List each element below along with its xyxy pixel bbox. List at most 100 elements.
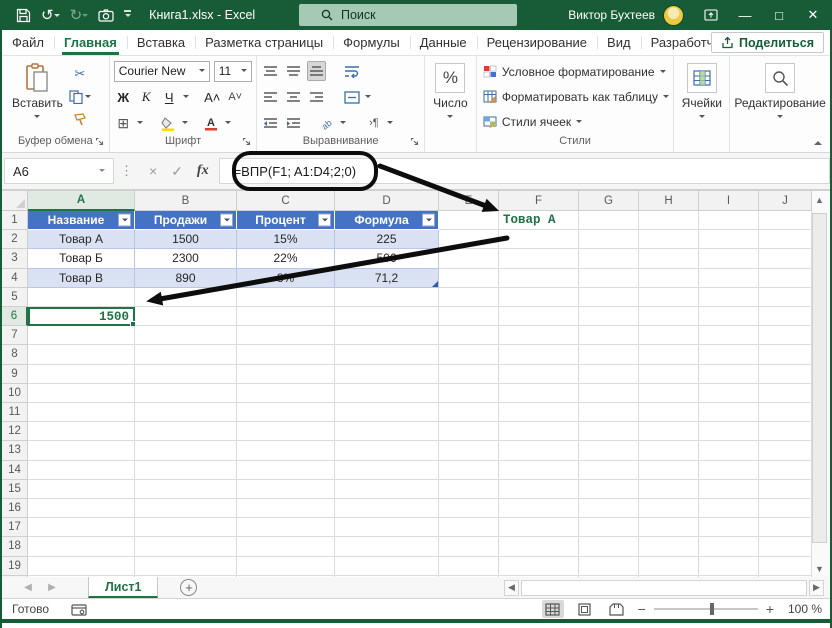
cell-A1[interactable]: Название <box>28 211 135 231</box>
cell-J4[interactable] <box>759 268 812 288</box>
cell-J19[interactable] <box>759 556 812 576</box>
cell-B13[interactable] <box>135 441 237 461</box>
cell-A4[interactable]: Товар В <box>28 268 135 288</box>
cell-I16[interactable] <box>699 499 759 519</box>
cell-F18[interactable] <box>499 537 579 557</box>
cell-H4[interactable] <box>639 268 699 288</box>
cell-J15[interactable] <box>759 479 812 499</box>
ribbon-display-options-button[interactable] <box>694 0 728 30</box>
row-header-6[interactable]: 6 <box>2 307 28 327</box>
cut-icon[interactable]: ✂ <box>69 64 91 84</box>
cell-D12[interactable] <box>335 422 439 442</box>
cell-F10[interactable] <box>499 383 579 403</box>
merge-center-chevron[interactable] <box>365 95 372 101</box>
cell-D15[interactable] <box>335 479 439 499</box>
cell-D7[interactable] <box>335 326 439 346</box>
cell-C17[interactable] <box>237 518 335 538</box>
orientation-icon[interactable]: ab <box>317 113 336 133</box>
vertical-scroll-thumb[interactable] <box>812 213 827 543</box>
cell-H19[interactable] <box>639 556 699 576</box>
cell-H8[interactable] <box>639 345 699 365</box>
horizontal-scrollbar[interactable]: ◀ ▶ <box>504 579 824 596</box>
cell-B2[interactable]: 1500 <box>135 230 237 250</box>
scroll-up-arrow[interactable]: ▲ <box>809 191 830 208</box>
cell-D19[interactable] <box>335 556 439 576</box>
macro-record-icon[interactable] <box>71 603 87 616</box>
cell-J16[interactable] <box>759 499 812 519</box>
cell-A6[interactable]: 1500 <box>28 307 136 328</box>
increase-indent-icon[interactable] <box>284 113 303 133</box>
cell-B1[interactable]: Продажи <box>135 211 237 231</box>
cell-A5[interactable] <box>28 287 135 307</box>
cell-D17[interactable] <box>335 518 439 538</box>
alignment-dialog-launcher[interactable] <box>410 137 419 149</box>
cell-D16[interactable] <box>335 499 439 519</box>
increase-font-size-icon[interactable]: A˄ <box>203 87 222 107</box>
cell-I5[interactable] <box>699 287 759 307</box>
column-header-C[interactable]: C <box>237 191 335 211</box>
cell-E4[interactable] <box>439 268 499 288</box>
cell-F19[interactable] <box>499 556 579 576</box>
borders-chevron[interactable] <box>136 121 143 127</box>
cell-F9[interactable] <box>499 364 579 384</box>
save-icon[interactable] <box>12 2 35 28</box>
cell-G18[interactable] <box>579 537 639 557</box>
number-format-button[interactable]: % Число <box>433 63 468 121</box>
cell-E14[interactable] <box>439 460 499 480</box>
close-button[interactable]: ✕ <box>796 0 830 30</box>
filter-button-Продажи[interactable] <box>220 213 233 227</box>
cell-G10[interactable] <box>579 383 639 403</box>
cell-D11[interactable] <box>335 403 439 423</box>
cell-G5[interactable] <box>579 287 639 307</box>
cell-C3[interactable]: 22% <box>237 249 335 269</box>
cell-B11[interactable] <box>135 403 237 423</box>
font-color-chevron[interactable] <box>224 121 231 127</box>
column-header-D[interactable]: D <box>335 191 439 211</box>
cell-G13[interactable] <box>579 441 639 461</box>
align-bottom-icon[interactable] <box>307 61 327 81</box>
tab-data[interactable]: Данные <box>409 30 477 55</box>
cell-D1[interactable]: Формула <box>335 211 439 231</box>
cell-H1[interactable] <box>639 211 699 231</box>
cell-E7[interactable] <box>439 326 499 346</box>
page-layout-view-icon[interactable] <box>574 600 596 618</box>
cell-F8[interactable] <box>499 345 579 365</box>
cell-J5[interactable] <box>759 287 812 307</box>
cell-D6[interactable] <box>335 307 439 327</box>
cell-B19[interactable] <box>135 556 237 576</box>
cell-A11[interactable] <box>28 403 135 423</box>
cell-D13[interactable] <box>335 441 439 461</box>
cell-D8[interactable] <box>335 345 439 365</box>
cell-F4[interactable] <box>499 268 579 288</box>
cell-C10[interactable] <box>237 383 335 403</box>
cell-E18[interactable] <box>439 537 499 557</box>
name-box[interactable]: А6 <box>4 158 114 184</box>
borders-icon[interactable]: ⊞ <box>114 113 133 133</box>
horizontal-scroll-thumb[interactable] <box>521 579 807 596</box>
cell-A7[interactable] <box>28 326 135 346</box>
cell-C6[interactable] <box>237 307 335 327</box>
cell-J12[interactable] <box>759 422 812 442</box>
sheet-nav-left-icon[interactable]: ◀ <box>16 577 40 598</box>
cell-E19[interactable] <box>439 556 499 576</box>
cell-C16[interactable] <box>237 499 335 519</box>
cell-H13[interactable] <box>639 441 699 461</box>
cell-J11[interactable] <box>759 403 812 423</box>
row-header-1[interactable]: 1 <box>2 211 28 231</box>
cell-G7[interactable] <box>579 326 639 346</box>
cell-G12[interactable] <box>579 422 639 442</box>
column-header-H[interactable]: H <box>639 191 699 211</box>
cell-A19[interactable] <box>28 556 135 576</box>
cell-D9[interactable] <box>335 364 439 384</box>
paste-button[interactable]: Вставить <box>6 59 69 125</box>
cell-A8[interactable] <box>28 345 135 365</box>
cell-J18[interactable] <box>759 537 812 557</box>
cell-F7[interactable] <box>499 326 579 346</box>
decrease-font-size-icon[interactable]: A˅ <box>226 87 245 107</box>
cell-A2[interactable]: Товар А <box>28 230 135 250</box>
row-header-10[interactable]: 10 <box>2 383 28 403</box>
row-header-4[interactable]: 4 <box>2 268 28 288</box>
cell-G9[interactable] <box>579 364 639 384</box>
cell-H6[interactable] <box>639 307 699 327</box>
cell-C12[interactable] <box>237 422 335 442</box>
